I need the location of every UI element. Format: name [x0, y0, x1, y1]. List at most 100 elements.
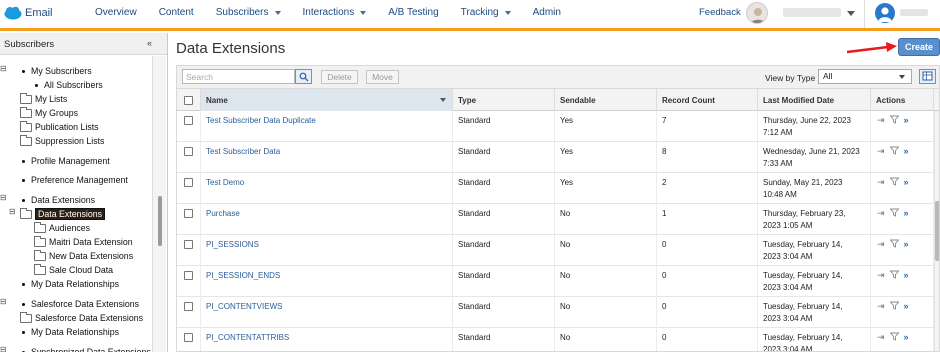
nav-item-admin[interactable]: Admin	[533, 7, 561, 18]
more-icon[interactable]: »	[904, 177, 909, 187]
data-extension-name-link[interactable]: PI_CONTENTATTRIBS	[201, 328, 453, 351]
grid-scroll-thumb[interactable]	[935, 201, 939, 261]
import-icon[interactable]: ⇥	[877, 146, 885, 156]
table-row[interactable]: PI_CONTENTATTRIBS Standard No 0 Tuesday, Feb…	[177, 328, 939, 351]
row-checkbox[interactable]	[184, 147, 193, 156]
collapse-sidebar-icon[interactable]: «	[147, 38, 152, 48]
tree-item-data-extensions[interactable]: Data Extensions	[22, 194, 95, 206]
tree-item-my-groups[interactable]: My Groups	[20, 106, 78, 119]
nav-item-a-b-testing[interactable]: A/B Testing	[388, 7, 438, 18]
data-extension-name-link[interactable]: Test Demo	[201, 173, 453, 204]
move-button[interactable]: Move	[366, 70, 399, 84]
tree-collapse-icon[interactable]: ⊟	[0, 64, 7, 73]
filter-icon[interactable]	[889, 332, 900, 343]
row-checkbox[interactable]	[184, 302, 193, 311]
data-extension-name-link[interactable]: PI_SESSIONS	[201, 235, 453, 266]
tree-item-synchronized-data-extensions[interactable]: Synchronized Data Extensions	[22, 346, 151, 352]
tree-item-preference-management[interactable]: Preference Management	[22, 174, 128, 186]
tree-item-all-subscribers[interactable]: All Subscribers	[35, 79, 103, 91]
more-icon[interactable]: »	[904, 270, 909, 280]
tree-item-data-extensions[interactable]: Data Extensions	[20, 207, 106, 220]
sort-caret-icon[interactable]	[440, 98, 446, 102]
nav-item-overview[interactable]: Overview	[95, 7, 137, 18]
tree-item-my-lists[interactable]: My Lists	[20, 92, 67, 105]
row-checkbox[interactable]	[184, 240, 193, 249]
import-icon[interactable]: ⇥	[877, 115, 885, 125]
user-name-redacted[interactable]	[900, 9, 928, 16]
tree-collapse-icon[interactable]: ⊟	[9, 207, 16, 216]
tree-item-maitri-data-extension[interactable]: Maitri Data Extension	[34, 235, 133, 248]
grid-settings-button[interactable]	[919, 69, 936, 84]
select-all-checkbox[interactable]	[184, 95, 193, 105]
import-icon[interactable]: ⇥	[877, 208, 885, 218]
delete-button[interactable]: Delete	[321, 70, 358, 84]
account-dropdown-icon[interactable]	[847, 11, 855, 16]
nav-item-subscribers[interactable]: Subscribers	[216, 7, 281, 18]
salesforce-cloud-icon[interactable]	[4, 6, 22, 20]
filter-icon[interactable]	[889, 146, 900, 157]
filter-icon[interactable]	[889, 177, 900, 188]
tree-collapse-icon[interactable]: ⊟	[0, 297, 7, 306]
filter-icon[interactable]	[889, 239, 900, 250]
column-header-last-modified[interactable]: Last Modified Date	[758, 89, 871, 111]
view-by-type-select[interactable]: All	[818, 69, 912, 84]
table-row[interactable]: Test Demo Standard Yes 2 Sunday, May 21, 202…	[177, 173, 939, 204]
filter-icon[interactable]	[889, 270, 900, 281]
tree-item-my-data-relationships[interactable]: My Data Relationships	[22, 278, 119, 290]
row-checkbox[interactable]	[184, 116, 193, 125]
app-name[interactable]: Email	[25, 7, 53, 19]
data-extension-name-link[interactable]: Test Subscriber Data Duplicate	[201, 111, 453, 142]
row-checkbox[interactable]	[184, 333, 193, 342]
column-header-name[interactable]: Name	[201, 89, 453, 111]
more-icon[interactable]: »	[904, 332, 909, 342]
import-icon[interactable]: ⇥	[877, 301, 885, 311]
feedback-link[interactable]: Feedback	[699, 7, 741, 18]
tree-item-suppression-lists[interactable]: Suppression Lists	[20, 134, 104, 147]
data-extension-name-link[interactable]: PI_CONTENTVIEWS	[201, 297, 453, 328]
row-checkbox[interactable]	[184, 209, 193, 218]
tree-item-profile-management[interactable]: Profile Management	[22, 155, 110, 167]
import-icon[interactable]: ⇥	[877, 270, 885, 280]
tree-item-salesforce-data-extensions[interactable]: Salesforce Data Extensions	[22, 298, 139, 310]
tree-item-my-subscribers[interactable]: My Subscribers	[22, 65, 92, 77]
more-icon[interactable]: »	[904, 146, 909, 156]
tree-collapse-icon[interactable]: ⊟	[0, 193, 7, 202]
tree-item-new-data-extensions[interactable]: New Data Extensions	[34, 249, 133, 262]
tree-item-audiences[interactable]: Audiences	[34, 221, 90, 234]
nav-item-content[interactable]: Content	[159, 7, 194, 18]
data-extension-name-link[interactable]: Test Subscriber Data	[201, 142, 453, 173]
filter-icon[interactable]	[889, 208, 900, 219]
tree-collapse-icon[interactable]: ⊟	[0, 345, 7, 352]
nav-item-tracking[interactable]: Tracking	[461, 7, 511, 18]
column-header-sendable[interactable]: Sendable	[555, 89, 657, 111]
tree-item-my-data-relationships[interactable]: My Data Relationships	[22, 326, 119, 338]
tree-item-salesforce-data-extensions[interactable]: Salesforce Data Extensions	[20, 311, 143, 324]
search-input[interactable]	[182, 69, 295, 84]
account-name-redacted[interactable]	[783, 8, 841, 17]
row-checkbox[interactable]	[184, 178, 193, 187]
filter-icon[interactable]	[889, 115, 900, 126]
more-icon[interactable]: »	[904, 301, 909, 311]
table-row[interactable]: Test Subscriber Data Standard Yes 8 Wednesda…	[177, 142, 939, 173]
create-button[interactable]: Create	[898, 38, 940, 56]
tree-item-publication-lists[interactable]: Publication Lists	[20, 120, 99, 133]
column-header-record-count[interactable]: Record Count	[657, 89, 758, 111]
nav-item-interactions[interactable]: Interactions	[303, 7, 367, 18]
more-icon[interactable]: »	[904, 115, 909, 125]
table-row[interactable]: PI_CONTENTVIEWS Standard No 0 Tuesday, Febru…	[177, 297, 939, 328]
import-icon[interactable]: ⇥	[877, 332, 885, 342]
sidebar-scroll-thumb[interactable]	[158, 196, 162, 246]
table-row[interactable]: PI_SESSION_ENDS Standard No 0 Tuesday, Febru…	[177, 266, 939, 297]
data-extension-name-link[interactable]: PI_SESSION_ENDS	[201, 266, 453, 297]
filter-icon[interactable]	[889, 301, 900, 312]
tree-item-sale-cloud-data[interactable]: Sale Cloud Data	[34, 263, 113, 276]
user-avatar[interactable]	[875, 3, 895, 23]
more-icon[interactable]: »	[904, 208, 909, 218]
column-header-type[interactable]: Type	[453, 89, 555, 111]
import-icon[interactable]: ⇥	[877, 177, 885, 187]
data-extension-name-link[interactable]: Purchase	[201, 204, 453, 235]
feedback-avatar-icon[interactable]	[746, 2, 768, 24]
row-checkbox[interactable]	[184, 271, 193, 280]
search-button[interactable]	[295, 69, 312, 84]
more-icon[interactable]: »	[904, 239, 909, 249]
